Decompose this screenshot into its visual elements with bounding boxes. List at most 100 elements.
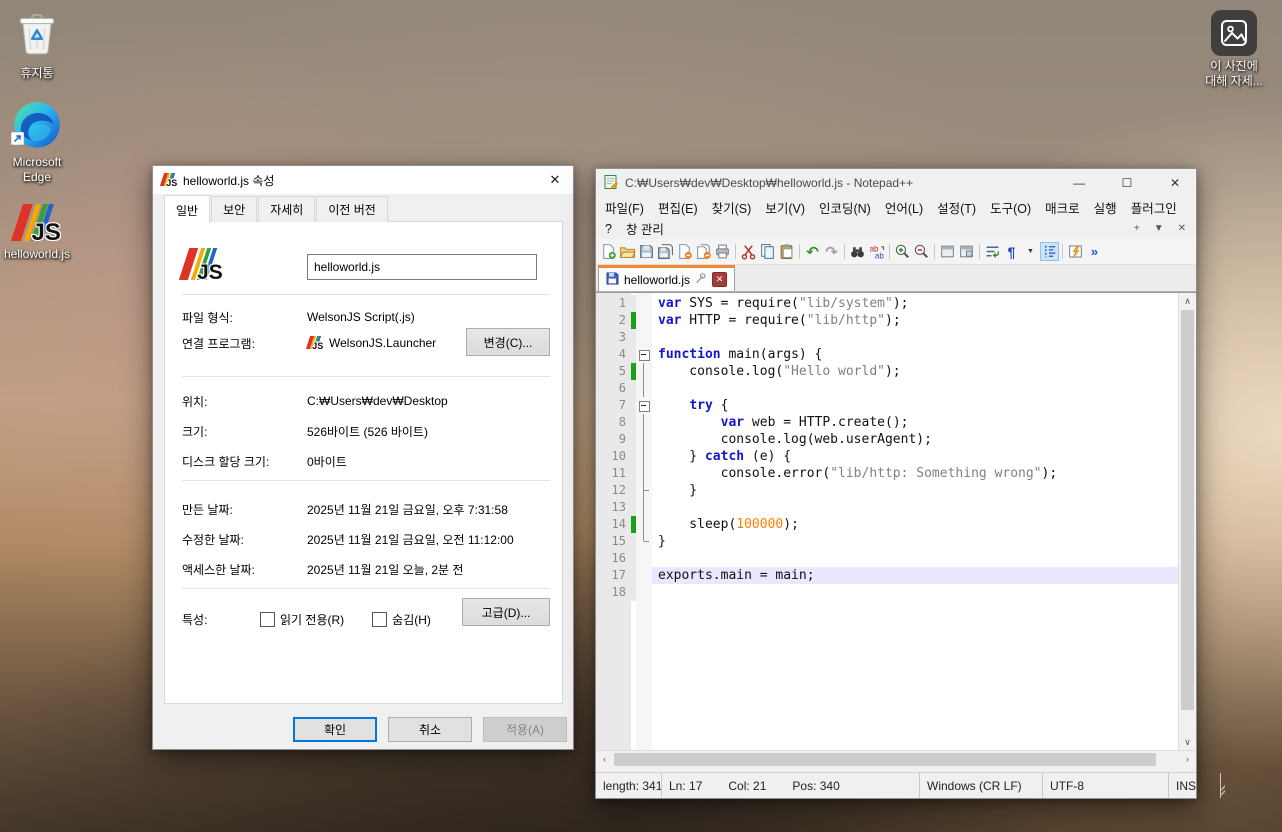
- line-number[interactable]: 12: [596, 482, 631, 499]
- close-document-icon[interactable]: ✕: [1178, 223, 1186, 234]
- line-number[interactable]: 18: [596, 584, 631, 601]
- print-icon[interactable]: [713, 242, 732, 261]
- line-number[interactable]: 8: [596, 414, 631, 431]
- line-number[interactable]: 10: [596, 448, 631, 465]
- checkbox-icon[interactable]: [372, 612, 387, 627]
- menu-item-1[interactable]: 파일(F): [598, 196, 651, 219]
- cut-icon[interactable]: [739, 242, 758, 261]
- code-text[interactable]: function main(args) {: [652, 346, 1178, 363]
- code-text[interactable]: [652, 329, 1178, 346]
- line-number[interactable]: 14: [596, 516, 631, 533]
- status-insert-mode[interactable]: INS: [1169, 773, 1221, 798]
- new-file-icon[interactable]: [599, 242, 618, 261]
- notepad-title-bar[interactable]: C:₩Users₩dev₩Desktop₩helloworld.js - Not…: [596, 169, 1196, 197]
- redo-icon[interactable]: ↷: [822, 242, 841, 261]
- code-text[interactable]: console.error("lib/http: Something wrong…: [652, 465, 1178, 482]
- new-tab-icon[interactable]: +: [1134, 223, 1140, 234]
- close-icon[interactable]: [675, 242, 694, 261]
- desktop-icon-spotlight[interactable]: 이 사진에대해 자세...: [1188, 10, 1280, 89]
- code-text[interactable]: [652, 584, 1178, 601]
- save-icon[interactable]: [637, 242, 656, 261]
- open-file-icon[interactable]: [618, 242, 637, 261]
- undo-icon[interactable]: ↶: [803, 242, 822, 261]
- line-number[interactable]: 4: [596, 346, 631, 363]
- menu-item-row2-1[interactable]: 창 관리: [619, 217, 671, 240]
- menu-item-7[interactable]: 설정(T): [930, 196, 983, 219]
- menu-item-2[interactable]: 편집(E): [651, 196, 705, 219]
- line-number[interactable]: 16: [596, 550, 631, 567]
- fold-collapse-icon[interactable]: [639, 401, 650, 412]
- line-number[interactable]: 15: [596, 533, 631, 550]
- tab-list-dropdown-icon[interactable]: ▼: [1154, 223, 1164, 234]
- close-all-icon[interactable]: [694, 242, 713, 261]
- scroll-down-icon[interactable]: ∨: [1179, 734, 1196, 750]
- close-icon[interactable]: ✕: [537, 166, 573, 194]
- fold-collapse-icon[interactable]: [639, 350, 650, 361]
- code-text[interactable]: var SYS = require("lib/system");: [652, 295, 1178, 312]
- menu-item-4[interactable]: 보기(V): [758, 196, 812, 219]
- code-text[interactable]: console.log(web.userAgent);: [652, 431, 1178, 448]
- menu-item-8[interactable]: 도구(O): [983, 196, 1038, 219]
- line-number[interactable]: 5: [596, 363, 631, 380]
- line-number[interactable]: 13: [596, 499, 631, 516]
- line-number[interactable]: 11: [596, 465, 631, 482]
- document-tab-helloworld[interactable]: helloworld.js ✕: [598, 265, 735, 291]
- status-encoding[interactable]: UTF-8: [1043, 773, 1169, 798]
- checkbox-icon[interactable]: [260, 612, 275, 627]
- document-monitor-icon[interactable]: [1066, 242, 1085, 261]
- maximize-icon[interactable]: ☐: [1106, 170, 1148, 196]
- vertical-scrollbar[interactable]: ∧ ∨: [1178, 293, 1196, 750]
- docking-view-2-icon[interactable]: [957, 242, 976, 261]
- code-text[interactable]: var web = HTTP.create();: [652, 414, 1178, 431]
- menu-item-9[interactable]: 매크로: [1038, 196, 1087, 219]
- code-text[interactable]: }: [652, 533, 1178, 550]
- dialog-title-bar[interactable]: JS helloworld.js 속성 ✕: [153, 166, 573, 194]
- cancel-button[interactable]: 취소: [388, 717, 472, 742]
- line-number[interactable]: 3: [596, 329, 631, 346]
- code-text[interactable]: sleep(100000);: [652, 516, 1178, 533]
- overflow-chevron-icon[interactable]: »: [1085, 242, 1104, 261]
- copy-icon[interactable]: [758, 242, 777, 261]
- desktop-icon-recycle-bin[interactable]: 휴지통: [0, 8, 80, 81]
- line-number[interactable]: 1: [596, 295, 631, 312]
- advanced-button[interactable]: 고급(D)...: [462, 598, 550, 626]
- status-eol-format[interactable]: Windows (CR LF): [920, 773, 1043, 798]
- desktop-icon-helloworld-js[interactable]: JS helloworld.js: [0, 202, 80, 262]
- scroll-up-icon[interactable]: ∧: [1179, 293, 1196, 309]
- show-all-characters-icon[interactable]: ¶: [1002, 242, 1021, 261]
- menu-item-5[interactable]: 인코딩(N): [812, 196, 878, 219]
- zoom-out-icon[interactable]: [912, 242, 931, 261]
- code-text[interactable]: console.log("Hello world");: [652, 363, 1178, 380]
- horizontal-scrollbar-thumb[interactable]: [614, 753, 1156, 766]
- replace-icon[interactable]: abab: [867, 242, 886, 261]
- editor-area[interactable]: 1var SYS = require("lib/system");2var HT…: [596, 292, 1196, 750]
- menu-item-row2-2[interactable]: ?: [598, 220, 619, 238]
- tab-general[interactable]: 일반: [164, 195, 210, 223]
- resize-grip[interactable]: [1221, 773, 1228, 798]
- line-number[interactable]: 2: [596, 312, 631, 329]
- pin-icon[interactable]: [695, 272, 707, 287]
- scroll-left-icon[interactable]: ‹: [596, 751, 613, 767]
- paste-icon[interactable]: [777, 242, 796, 261]
- line-number[interactable]: 6: [596, 380, 631, 397]
- line-number[interactable]: 7: [596, 397, 631, 414]
- tab-close-icon[interactable]: ✕: [712, 272, 727, 287]
- tab-security[interactable]: 보안: [211, 196, 257, 222]
- filename-input[interactable]: [307, 254, 537, 280]
- code-text[interactable]: }: [652, 482, 1178, 499]
- code-text[interactable]: [652, 550, 1178, 567]
- code-text[interactable]: try {: [652, 397, 1178, 414]
- desktop-icon-microsoft-edge[interactable]: MicrosoftEdge: [0, 100, 80, 185]
- code-text[interactable]: [652, 380, 1178, 397]
- fold-margin[interactable]: [636, 397, 652, 414]
- save-all-icon[interactable]: [656, 242, 675, 261]
- menu-item-6[interactable]: 언어(L): [878, 196, 930, 219]
- tab-previous-versions[interactable]: 이전 버전: [316, 196, 388, 222]
- menu-item-3[interactable]: 찾기(S): [705, 196, 759, 219]
- menu-item-11[interactable]: 플러그인: [1124, 196, 1184, 219]
- minimize-icon[interactable]: —: [1058, 170, 1100, 196]
- word-wrap-icon[interactable]: [983, 242, 1002, 261]
- docking-view-1-icon[interactable]: [938, 242, 957, 261]
- code-text[interactable]: } catch (e) {: [652, 448, 1178, 465]
- hidden-checkbox[interactable]: 숨김(H): [372, 611, 431, 628]
